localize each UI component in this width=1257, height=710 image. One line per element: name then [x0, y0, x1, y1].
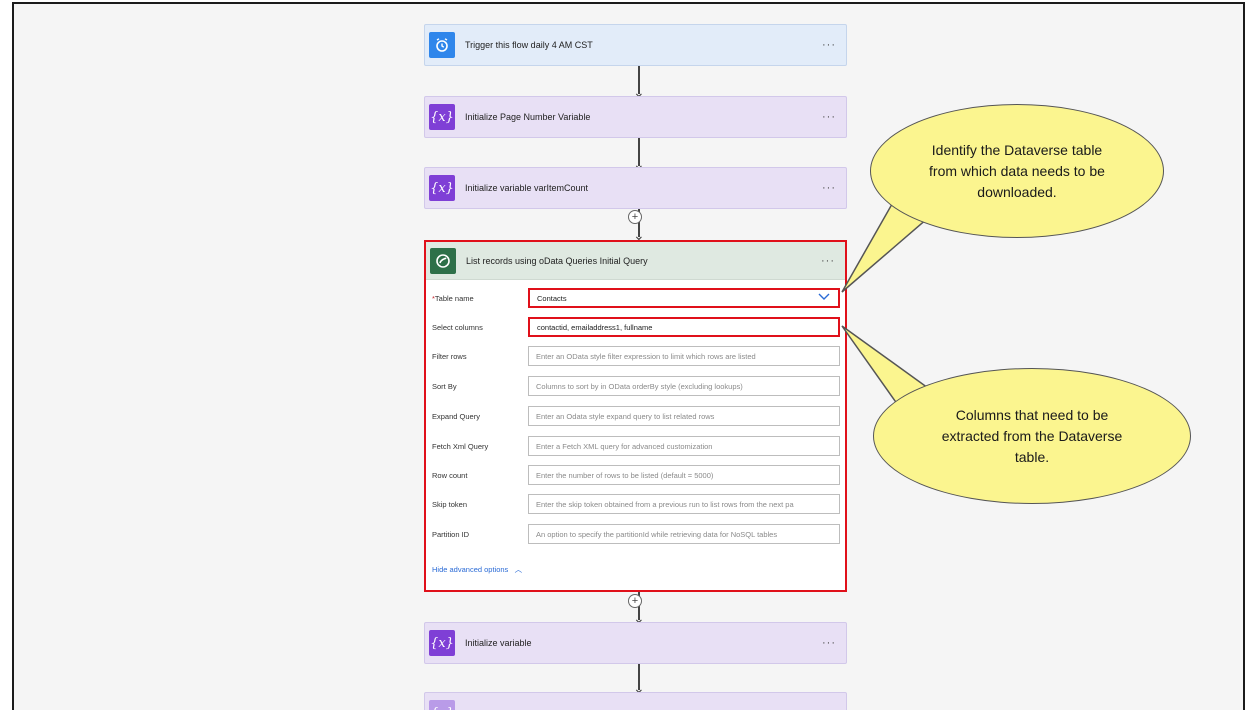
- callout-pointers: [841, 188, 937, 417]
- callout-columns-text: Columns that need to be extracted from t…: [941, 406, 1123, 465]
- callout-table: Identify the Dataverse table from which …: [870, 104, 1164, 238]
- callout-columns: Columns that need to be extracted from t…: [873, 368, 1191, 504]
- callout-table-text: Identify the Dataverse table from which …: [929, 141, 1105, 200]
